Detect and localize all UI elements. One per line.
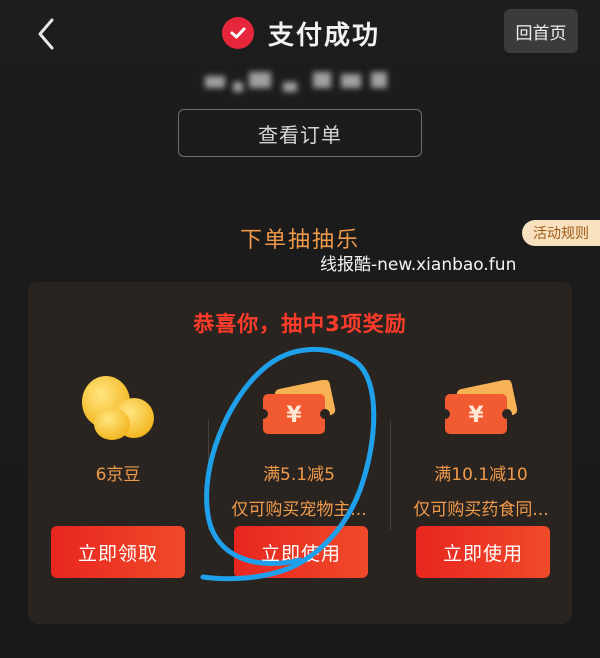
prize-card: 恭喜你，抽中3项奖励 6京豆 ¥ 满5.1减5 仅可购买宠物主... ¥ 满10… <box>28 282 572 624</box>
prize-title: 满10.1减10 <box>434 465 528 485</box>
prize-item-coupon-pet: ¥ 满5.1减5 仅可购买宠物主... <box>209 372 389 520</box>
view-order-button[interactable]: 查看订单 <box>178 109 422 157</box>
svg-text:¥: ¥ <box>286 403 302 428</box>
coupon-icon: ¥ <box>391 372 571 448</box>
use-coupon-button[interactable]: 立即使用 <box>416 526 550 578</box>
chevron-left-icon <box>38 18 54 50</box>
svg-text:¥: ¥ <box>468 403 484 428</box>
watermark-text: 线报酷-new.xianbao.fun <box>320 255 517 275</box>
home-button[interactable]: 回首页 <box>504 9 578 53</box>
prize-headline: 恭喜你，抽中3项奖励 <box>193 312 407 336</box>
prize-item-jingdou: 6京豆 <box>28 372 208 485</box>
coupon-icon: ¥ <box>209 372 389 448</box>
status-text: 支付成功 <box>268 20 381 51</box>
check-circle-icon <box>222 17 254 49</box>
prize-title: 6京豆 <box>95 465 141 485</box>
prize-restriction: 仅可购买宠物主... <box>231 500 367 520</box>
prize-title: 满5.1减5 <box>263 465 335 485</box>
back-button[interactable] <box>30 14 62 54</box>
prize-item-coupon-medicine: ¥ 满10.1减10 仅可购买药食同... <box>391 372 571 520</box>
payment-status-title: 支付成功 <box>222 13 380 53</box>
claim-button[interactable]: 立即领取 <box>51 526 185 578</box>
jingdou-icon <box>28 372 208 448</box>
activity-rules-button[interactable]: 活动规则 <box>522 220 600 246</box>
blurred-payment-info <box>205 68 395 98</box>
prize-restriction: 仅可购买药食同... <box>413 500 549 520</box>
payment-success-page: 支付成功 回首页 查看订单 下单抽抽乐 活动规则 线报酷-new.xianbao… <box>0 0 600 658</box>
use-coupon-button[interactable]: 立即使用 <box>234 526 368 578</box>
